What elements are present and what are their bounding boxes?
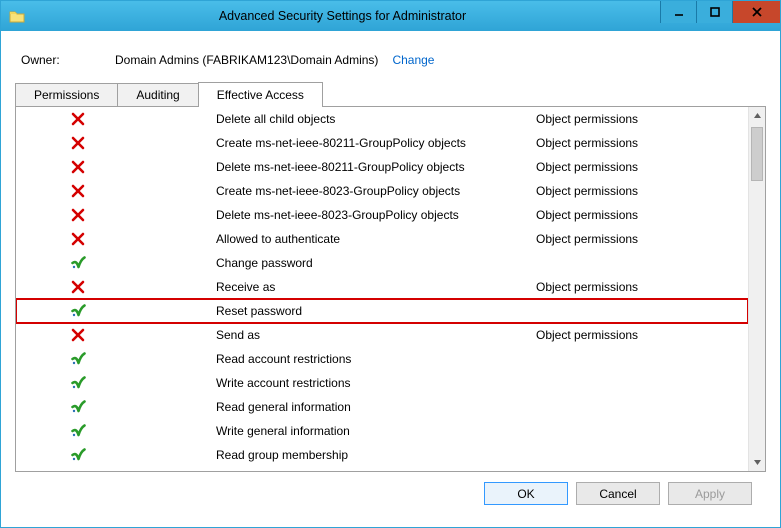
table-row[interactable]: Reset password	[16, 299, 748, 323]
access-limited-cell: Object permissions	[536, 280, 748, 294]
cancel-button[interactable]: Cancel	[576, 482, 660, 505]
table-row[interactable]: Create ms-net-ieee-8023-GroupPolicy obje…	[16, 179, 748, 203]
scroll-thumb[interactable]	[751, 127, 763, 181]
deny-icon	[70, 207, 86, 223]
status-cell	[16, 399, 216, 415]
status-cell	[16, 423, 216, 439]
table-row[interactable]: Read group membership	[16, 443, 748, 467]
check-icon	[70, 447, 86, 463]
permission-cell: Delete all child objects	[216, 112, 536, 126]
check-icon	[70, 423, 86, 439]
table-row[interactable]: Read account restrictions	[16, 347, 748, 371]
table-row[interactable]: Create ms-net-ieee-80211-GroupPolicy obj…	[16, 131, 748, 155]
table-row[interactable]: Send asObject permissions	[16, 323, 748, 347]
scroll-up-button[interactable]	[749, 107, 765, 124]
table-row[interactable]: Write general information	[16, 419, 748, 443]
scroll-down-button[interactable]	[749, 454, 765, 471]
table-row[interactable]: Read general information	[16, 395, 748, 419]
deny-icon	[70, 279, 86, 295]
status-cell	[16, 351, 216, 367]
change-owner-link[interactable]: Change	[392, 53, 434, 67]
permission-cell: Write general information	[216, 424, 536, 438]
table-row[interactable]: Allowed to authenticateObject permission…	[16, 227, 748, 251]
status-cell	[16, 207, 216, 223]
check-icon	[70, 375, 86, 391]
effective-access-panel: Delete all child objectsObject permissio…	[15, 107, 766, 472]
minimize-button[interactable]	[660, 1, 696, 23]
window: Advanced Security Settings for Administr…	[0, 0, 781, 528]
check-icon	[70, 351, 86, 367]
access-limited-cell: Object permissions	[536, 160, 748, 174]
permission-cell: Write account restrictions	[216, 376, 536, 390]
check-icon	[70, 255, 86, 271]
permission-cell: Read account restrictions	[216, 352, 536, 366]
status-cell	[16, 135, 216, 151]
apply-button[interactable]: Apply	[668, 482, 752, 505]
status-cell	[16, 375, 216, 391]
access-limited-cell: Object permissions	[536, 328, 748, 342]
check-icon	[70, 303, 86, 319]
dialog-footer: OK Cancel Apply	[15, 472, 766, 517]
maximize-button[interactable]	[696, 1, 732, 23]
table-row[interactable]: Receive asObject permissions	[16, 275, 748, 299]
access-limited-cell: Object permissions	[536, 184, 748, 198]
permission-cell: Change password	[216, 256, 536, 270]
window-title: Advanced Security Settings for Administr…	[25, 9, 660, 23]
permission-cell: Delete ms-net-ieee-80211-GroupPolicy obj…	[216, 160, 536, 174]
vertical-scrollbar[interactable]	[748, 107, 765, 471]
deny-icon	[70, 327, 86, 343]
deny-icon	[70, 111, 86, 127]
status-cell	[16, 255, 216, 271]
table-row[interactable]: Delete ms-net-ieee-80211-GroupPolicy obj…	[16, 155, 748, 179]
permissions-list: Delete all child objectsObject permissio…	[16, 107, 748, 471]
deny-icon	[70, 135, 86, 151]
permission-cell: Receive as	[216, 280, 536, 294]
permission-cell: Read group membership	[216, 448, 536, 462]
ok-button[interactable]: OK	[484, 482, 568, 505]
folder-icon	[9, 9, 25, 23]
tab-permissions[interactable]: Permissions	[15, 83, 118, 106]
access-limited-cell: Object permissions	[536, 208, 748, 222]
window-buttons	[660, 1, 780, 31]
permission-cell: Create ms-net-ieee-80211-GroupPolicy obj…	[216, 136, 536, 150]
access-limited-cell: Object permissions	[536, 136, 748, 150]
tab-auditing[interactable]: Auditing	[117, 83, 198, 106]
permission-cell: Create ms-net-ieee-8023-GroupPolicy obje…	[216, 184, 536, 198]
owner-value: Domain Admins (FABRIKAM123\Domain Admins…	[115, 53, 378, 67]
status-cell	[16, 303, 216, 319]
table-row[interactable]: Change password	[16, 251, 748, 275]
access-limited-cell: Object permissions	[536, 112, 748, 126]
title-bar: Advanced Security Settings for Administr…	[1, 1, 780, 31]
table-row[interactable]: Write account restrictions	[16, 371, 748, 395]
tab-effective-access[interactable]: Effective Access	[198, 82, 323, 106]
permission-cell: Read general information	[216, 400, 536, 414]
permission-cell: Allowed to authenticate	[216, 232, 536, 246]
deny-icon	[70, 159, 86, 175]
table-row[interactable]: Read logon information	[16, 467, 748, 471]
deny-icon	[70, 231, 86, 247]
status-cell	[16, 159, 216, 175]
close-button[interactable]	[732, 1, 780, 23]
status-cell	[16, 327, 216, 343]
owner-row: Owner: Domain Admins (FABRIKAM123\Domain…	[21, 53, 760, 67]
table-row[interactable]: Delete all child objectsObject permissio…	[16, 107, 748, 131]
permission-cell: Delete ms-net-ieee-8023-GroupPolicy obje…	[216, 208, 536, 222]
deny-icon	[70, 183, 86, 199]
permission-cell: Send as	[216, 328, 536, 342]
access-limited-cell: Object permissions	[536, 232, 748, 246]
status-cell	[16, 111, 216, 127]
check-icon	[70, 399, 86, 415]
status-cell	[16, 279, 216, 295]
status-cell	[16, 447, 216, 463]
permission-cell: Reset password	[216, 304, 536, 318]
table-row[interactable]: Delete ms-net-ieee-8023-GroupPolicy obje…	[16, 203, 748, 227]
owner-label: Owner:	[21, 53, 115, 67]
status-cell	[16, 183, 216, 199]
status-cell	[16, 231, 216, 247]
tab-bar: Permissions Auditing Effective Access	[15, 83, 766, 107]
content-area: Owner: Domain Admins (FABRIKAM123\Domain…	[1, 31, 780, 527]
